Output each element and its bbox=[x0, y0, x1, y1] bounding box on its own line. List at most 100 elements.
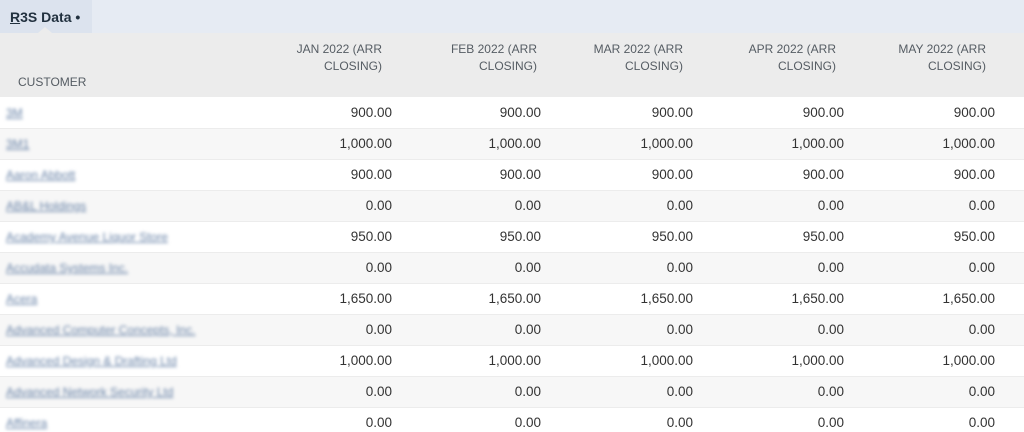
customer-link[interactable]: Affinera bbox=[6, 416, 47, 430]
customer-cell: Affinera bbox=[0, 407, 250, 432]
arr-value-cell: 0.00 bbox=[398, 407, 547, 432]
column-header-line: CLOSING) bbox=[478, 59, 537, 73]
customer-cell: Advanced Computer Concepts, Inc. bbox=[0, 314, 250, 346]
table-header-row: CUSTOMER JAN 2022 (ARR CLOSING) FEB 2022… bbox=[0, 33, 1024, 97]
arr-value-cell: 950.00 bbox=[850, 221, 1024, 253]
tab-title: 3S Data bbox=[20, 8, 72, 25]
column-header-feb-2022[interactable]: FEB 2022 (ARR CLOSING) bbox=[398, 33, 547, 97]
arr-value-cell: 0.00 bbox=[250, 376, 398, 408]
arr-value-cell: 900.00 bbox=[547, 159, 699, 191]
arr-value-cell: 0.00 bbox=[398, 190, 547, 222]
arr-value-cell: 900.00 bbox=[850, 159, 1024, 191]
arr-value-cell: 1,000.00 bbox=[699, 128, 850, 160]
arr-value-cell: 1,650.00 bbox=[850, 283, 1024, 315]
column-header-line: CLOSING) bbox=[927, 59, 986, 73]
arr-value-cell: 1,000.00 bbox=[547, 345, 699, 377]
table-row: Advanced Computer Concepts, Inc. 0.00 0.00… bbox=[0, 314, 1024, 346]
arr-value-cell: 1,000.00 bbox=[250, 345, 398, 377]
arr-report-table: CUSTOMER JAN 2022 (ARR CLOSING) FEB 2022… bbox=[0, 33, 1024, 432]
arr-value-cell: 950.00 bbox=[547, 221, 699, 253]
arr-value-cell: 1,000.00 bbox=[250, 128, 398, 160]
column-header-line: CLOSING) bbox=[323, 59, 382, 73]
customer-link[interactable]: 3M1 bbox=[6, 137, 29, 151]
table-row: 3M 900.00 900.00 900.00 900.00 900.00 bbox=[0, 97, 1024, 129]
arr-value-cell: 0.00 bbox=[699, 252, 850, 284]
arr-value-cell: 0.00 bbox=[547, 376, 699, 408]
arr-value-cell: 1,000.00 bbox=[547, 128, 699, 160]
table-row: Academy Avenue Liquor Store 950.00 950.00 9… bbox=[0, 221, 1024, 253]
table-row: AB&L Holdings 0.00 0.00 0.00 0.00 0.00 bbox=[0, 190, 1024, 222]
arr-value-cell: 0.00 bbox=[547, 190, 699, 222]
customer-link[interactable]: Advanced Computer Concepts, Inc. bbox=[6, 323, 195, 337]
customer-cell: AB&L Holdings bbox=[0, 190, 250, 222]
arr-value-cell: 0.00 bbox=[850, 190, 1024, 222]
column-header-line: MAY 2022 (ARR bbox=[898, 42, 986, 56]
column-header-line: APR 2022 (ARR bbox=[748, 42, 836, 56]
column-header-apr-2022[interactable]: APR 2022 (ARR CLOSING) bbox=[699, 33, 850, 97]
arr-value-cell: 0.00 bbox=[547, 314, 699, 346]
arr-value-cell: 0.00 bbox=[850, 252, 1024, 284]
table-row: Advanced Network Security Ltd 0.00 0.00 0.0… bbox=[0, 376, 1024, 408]
arr-value-cell: 0.00 bbox=[398, 376, 547, 408]
customer-cell: Advanced Network Security Ltd bbox=[0, 376, 250, 408]
tab-title-accesskey: R bbox=[10, 8, 21, 25]
table-row: Affinera 0.00 0.00 0.00 0.00 0.00 bbox=[0, 407, 1024, 432]
customer-link[interactable]: Advanced Design & Drafting Ltd bbox=[6, 354, 177, 368]
column-header-line: JAN 2022 (ARR bbox=[296, 42, 382, 56]
arr-value-cell: 1,000.00 bbox=[398, 128, 547, 160]
customer-cell: 3M1 bbox=[0, 128, 250, 160]
arr-value-cell: 900.00 bbox=[699, 97, 850, 129]
customer-link[interactable]: Academy Avenue Liquor Store bbox=[6, 230, 168, 244]
arr-value-cell: 0.00 bbox=[699, 190, 850, 222]
arr-value-cell: 900.00 bbox=[398, 97, 547, 129]
arr-value-cell: 0.00 bbox=[850, 376, 1024, 408]
column-header-line: CLOSING) bbox=[624, 59, 683, 73]
column-header-customer[interactable]: CUSTOMER bbox=[0, 33, 250, 97]
customer-cell: Acera bbox=[0, 283, 250, 315]
tab-bar: R 3S Data • bbox=[0, 0, 1024, 33]
column-header-mar-2022[interactable]: MAR 2022 (ARR CLOSING) bbox=[547, 33, 699, 97]
arr-value-cell: 0.00 bbox=[250, 407, 398, 432]
column-header-line: MAR 2022 (ARR bbox=[593, 42, 683, 56]
arr-value-cell: 0.00 bbox=[547, 407, 699, 432]
arr-value-cell: 0.00 bbox=[398, 252, 547, 284]
customer-link[interactable]: Accudata Systems Inc. bbox=[6, 261, 128, 275]
customer-link[interactable]: Aaron Abbott bbox=[6, 168, 75, 182]
arr-value-cell: 0.00 bbox=[699, 314, 850, 346]
table-row: Accudata Systems Inc. 0.00 0.00 0.00 0.00 0.0… bbox=[0, 252, 1024, 284]
customer-cell: 3M bbox=[0, 97, 250, 129]
customer-cell: Advanced Design & Drafting Ltd bbox=[0, 345, 250, 377]
column-header-jan-2022[interactable]: JAN 2022 (ARR CLOSING) bbox=[250, 33, 398, 97]
table-row: Acera 1,650.00 1,650.00 1,650.00 1,650.00 1,6… bbox=[0, 283, 1024, 315]
arr-value-cell: 0.00 bbox=[250, 190, 398, 222]
arr-value-cell: 1,000.00 bbox=[850, 128, 1024, 160]
customer-cell: Aaron Abbott bbox=[0, 159, 250, 191]
customer-link[interactable]: Advanced Network Security Ltd bbox=[6, 385, 173, 399]
column-header-may-2022[interactable]: MAY 2022 (ARR CLOSING) bbox=[850, 33, 1024, 97]
arr-value-cell: 1,650.00 bbox=[547, 283, 699, 315]
arr-value-cell: 0.00 bbox=[398, 314, 547, 346]
customer-link[interactable]: AB&L Holdings bbox=[6, 199, 86, 213]
arr-value-cell: 900.00 bbox=[398, 159, 547, 191]
arr-value-cell: 0.00 bbox=[250, 314, 398, 346]
table-row: Aaron Abbott 900.00 900.00 900.00 900.00 900.… bbox=[0, 159, 1024, 191]
arr-value-cell: 900.00 bbox=[850, 97, 1024, 129]
arr-value-cell: 1,000.00 bbox=[398, 345, 547, 377]
arr-value-cell: 900.00 bbox=[250, 97, 398, 129]
arr-value-cell: 900.00 bbox=[547, 97, 699, 129]
arr-value-cell: 0.00 bbox=[699, 407, 850, 432]
table-body: 3M 900.00 900.00 900.00 900.00 900.00 3M1 1,000… bbox=[0, 97, 1024, 432]
arr-value-cell: 950.00 bbox=[699, 221, 850, 253]
column-header-line: FEB 2022 (ARR bbox=[450, 42, 537, 56]
arr-value-cell: 0.00 bbox=[547, 252, 699, 284]
arr-value-cell: 0.00 bbox=[250, 252, 398, 284]
arr-value-cell: 900.00 bbox=[699, 159, 850, 191]
arr-value-cell: 950.00 bbox=[398, 221, 547, 253]
arr-value-cell: 0.00 bbox=[699, 376, 850, 408]
customer-link[interactable]: 3M bbox=[6, 106, 23, 120]
arr-value-cell: 1,650.00 bbox=[250, 283, 398, 315]
arr-value-cell: 1,650.00 bbox=[398, 283, 547, 315]
arr-value-cell: 0.00 bbox=[850, 314, 1024, 346]
column-header-line: CLOSING) bbox=[777, 59, 836, 73]
customer-link[interactable]: Acera bbox=[6, 292, 37, 306]
